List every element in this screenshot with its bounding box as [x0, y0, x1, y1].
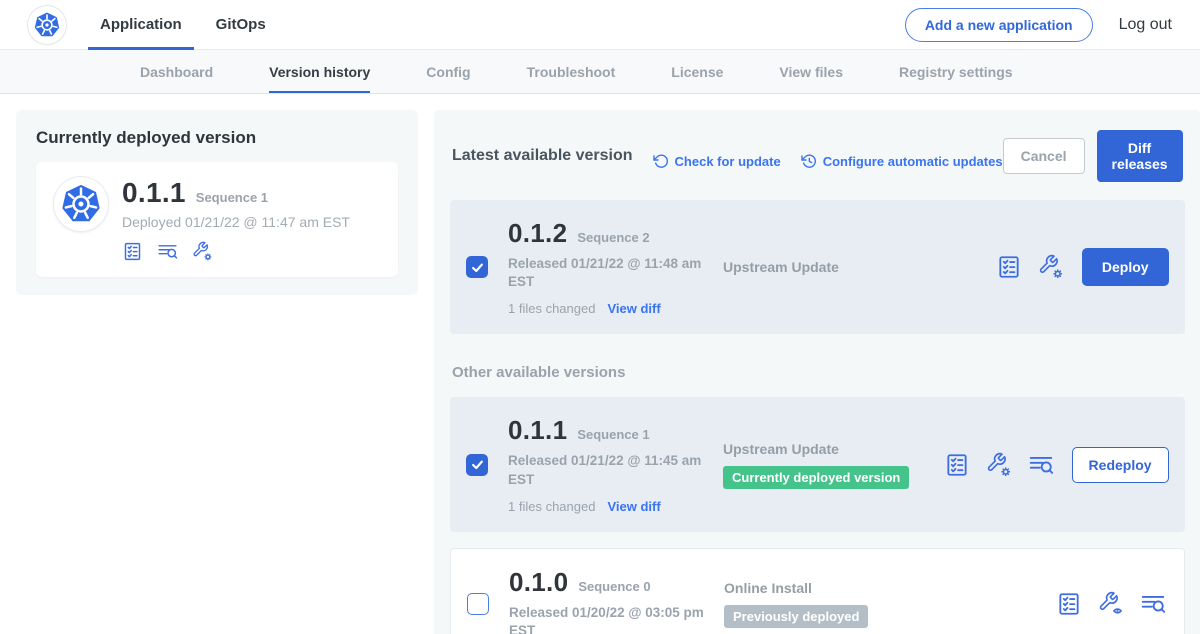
check-for-update-link[interactable]: Check for update — [653, 153, 781, 169]
preflight-checks-icon[interactable] — [1056, 591, 1082, 617]
deploy-logs-icon[interactable] — [1140, 591, 1166, 617]
checkmark-icon — [470, 457, 485, 472]
version-source-label: Upstream Update — [723, 441, 944, 457]
deploy-button[interactable]: Deploy — [1082, 248, 1169, 286]
tab-registry-settings[interactable]: Registry settings — [899, 50, 1013, 93]
kubernetes-logo — [28, 6, 66, 44]
version-source-label: Upstream Update — [723, 259, 996, 275]
kubernetes-helm-icon — [58, 181, 104, 227]
logout-link[interactable]: Log out — [1119, 16, 1172, 34]
currently-deployed-badge: Currently deployed version — [723, 466, 909, 489]
available-versions-header: Latest available version Check for updat… — [452, 130, 1183, 182]
files-changed-label: 1 files changed — [508, 301, 595, 316]
check-for-update-label: Check for update — [675, 154, 781, 169]
top-tab-gitops[interactable]: GitOps — [216, 0, 266, 50]
configure-automatic-updates-label: Configure automatic updates — [823, 154, 1003, 169]
view-diff-link[interactable]: View diff — [607, 499, 660, 514]
version-checkbox[interactable] — [466, 454, 488, 476]
tab-config[interactable]: Config — [426, 50, 470, 93]
edit-config-icon[interactable] — [986, 452, 1012, 478]
view-config-icon[interactable] — [1098, 591, 1124, 617]
sequence-label: Sequence 2 — [577, 230, 649, 245]
checkmark-icon — [470, 260, 485, 275]
version-number: 0.1.1 — [508, 415, 567, 446]
kubernetes-helm-icon — [32, 10, 62, 40]
tab-dashboard[interactable]: Dashboard — [140, 50, 213, 93]
deploy-logs-icon[interactable] — [1028, 452, 1054, 478]
previously-deployed-badge: Previously deployed — [724, 605, 868, 628]
available-versions-panel: Latest available version Check for updat… — [434, 110, 1200, 634]
version-number: 0.1.0 — [509, 567, 568, 598]
schedule-update-icon — [801, 153, 817, 169]
released-timestamp: Released 01/21/22 @ 11:45 am EST — [508, 452, 713, 488]
edit-config-icon[interactable] — [192, 241, 213, 262]
view-diff-link[interactable]: View diff — [607, 301, 660, 316]
app-sub-nav: Dashboard Version history Config Trouble… — [0, 50, 1200, 94]
app-icon-badge — [54, 177, 108, 231]
version-source-label: Online Install — [724, 580, 1056, 596]
add-new-application-button[interactable]: Add a new application — [905, 8, 1093, 42]
cancel-button[interactable]: Cancel — [1003, 138, 1085, 174]
currently-deployed-panel: Currently deployed version 0.1.1 Sequenc… — [16, 110, 418, 295]
currently-deployed-card: 0.1.1 Sequence 1 Deployed 01/21/22 @ 11:… — [36, 162, 398, 277]
files-changed-label: 1 files changed — [508, 499, 595, 514]
version-card-0-1-0: 0.1.0 Sequence 0 Released 01/20/22 @ 03:… — [450, 548, 1185, 634]
released-timestamp: Released 01/20/22 @ 03:05 pm EST — [509, 604, 714, 634]
configure-automatic-updates-link[interactable]: Configure automatic updates — [801, 153, 1003, 169]
tab-view-files[interactable]: View files — [779, 50, 843, 93]
currently-deployed-title: Currently deployed version — [36, 128, 398, 148]
tab-troubleshoot[interactable]: Troubleshoot — [527, 50, 616, 93]
deployed-version-number: 0.1.1 — [122, 177, 186, 209]
top-nav: Application GitOps Add a new application… — [0, 0, 1200, 50]
deployed-sequence-label: Sequence 1 — [196, 190, 268, 205]
main-content: Currently deployed version 0.1.1 Sequenc… — [0, 94, 1200, 634]
version-checkbox[interactable] — [466, 256, 488, 278]
other-available-versions-title: Other available versions — [452, 364, 1183, 381]
version-checkbox[interactable] — [467, 593, 489, 615]
diff-releases-button[interactable]: Diff releases — [1097, 130, 1183, 182]
preflight-checks-icon[interactable] — [996, 254, 1022, 280]
released-timestamp: Released 01/21/22 @ 11:48 am EST — [508, 255, 713, 291]
deployed-timestamp: Deployed 01/21/22 @ 11:47 am EST — [122, 214, 350, 230]
version-number: 0.1.2 — [508, 218, 567, 249]
version-card-0-1-2: 0.1.2 Sequence 2 Released 01/21/22 @ 11:… — [450, 200, 1185, 334]
tab-version-history[interactable]: Version history — [269, 50, 370, 93]
preflight-checks-icon[interactable] — [944, 452, 970, 478]
sequence-label: Sequence 0 — [578, 579, 650, 594]
refresh-icon — [653, 153, 669, 169]
tab-license[interactable]: License — [671, 50, 723, 93]
deploy-logs-icon[interactable] — [157, 241, 178, 262]
top-tab-application[interactable]: Application — [100, 0, 182, 50]
redeploy-button[interactable]: Redeploy — [1072, 447, 1169, 483]
latest-available-title: Latest available version — [452, 147, 633, 165]
preflight-checks-icon[interactable] — [122, 241, 143, 262]
sequence-label: Sequence 1 — [577, 427, 649, 442]
version-card-0-1-1: 0.1.1 Sequence 1 Released 01/21/22 @ 11:… — [450, 397, 1185, 531]
edit-config-icon[interactable] — [1038, 254, 1064, 280]
